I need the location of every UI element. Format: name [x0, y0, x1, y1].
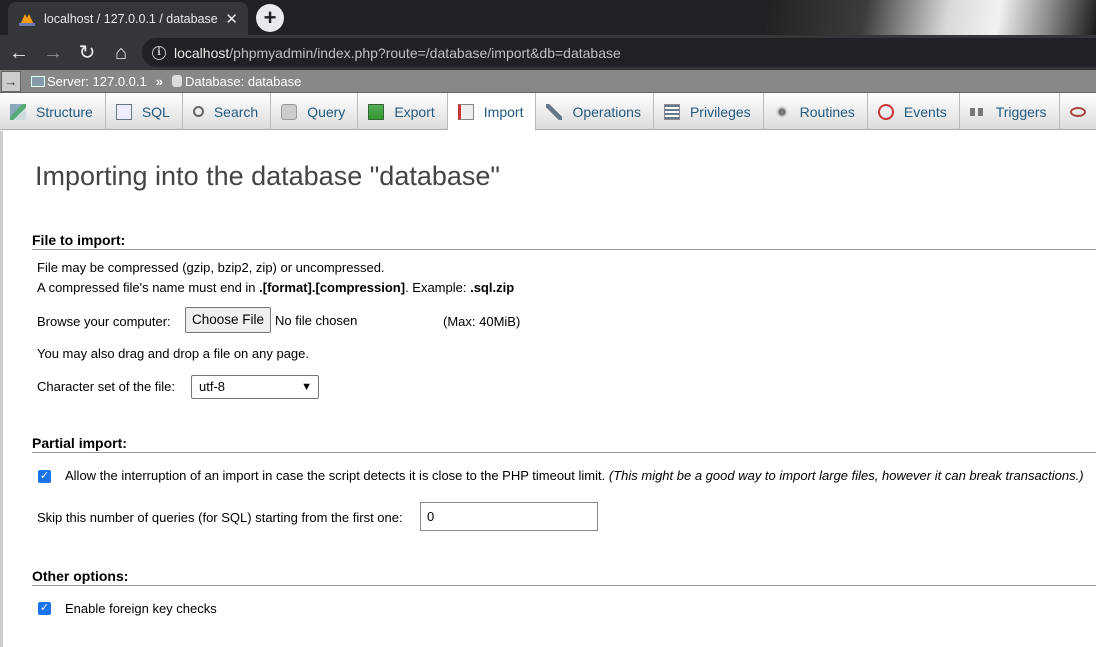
tab-import-label: Import [483, 103, 524, 120]
browser-toolbar: ← → ↻ ⌂ i localhost/phpmyadmin/index.php… [0, 35, 1096, 70]
filename-note-example: .sql.zip [470, 280, 515, 295]
allow-interrupt-note: (This might be a good way to import larg… [608, 468, 1084, 483]
routines-icon [773, 103, 790, 120]
skip-queries-label: Skip this number of queries (for SQL) st… [37, 510, 403, 525]
choose-file-button[interactable]: Choose File [185, 307, 271, 333]
clock-icon [877, 103, 894, 120]
tab-events[interactable]: Events [868, 93, 960, 130]
address-bar[interactable]: i localhost/phpmyadmin/index.php?route=/… [142, 38, 1096, 67]
query-icon [281, 103, 298, 120]
tab-query[interactable]: Query [271, 93, 359, 130]
breadcrumb-separator: » [155, 73, 163, 89]
home-icon[interactable]: ⌂ [106, 38, 136, 68]
tab-more[interactable] [1060, 93, 1096, 130]
chevron-down-icon: ▼ [301, 381, 312, 393]
tab-structure[interactable]: Structure [0, 93, 106, 130]
tab-export-label: Export [394, 103, 435, 120]
breadcrumb-server[interactable]: Server: 127.0.0.1 [31, 74, 147, 89]
browser-tabstrip: localhost / 127.0.0.1 / database | ✕ + [0, 0, 1096, 35]
browse-label: Browse your computer: [37, 314, 171, 329]
tab-search[interactable]: Search [183, 93, 272, 130]
other-options-heading: Other options: [32, 568, 1096, 586]
browser-tab[interactable]: localhost / 127.0.0.1 / database | ✕ [8, 2, 248, 35]
filename-note-format: .[format].[compression] [259, 280, 406, 295]
tab-privileges[interactable]: Privileges [654, 93, 764, 130]
breadcrumb: → Server: 127.0.0.1 » Database: database [0, 70, 1096, 93]
sql-icon [115, 103, 132, 120]
file-to-import-heading: File to import: [32, 232, 1096, 250]
server-icon [31, 75, 45, 87]
filename-note-pre: A compressed file's name must end in [37, 280, 260, 295]
reload-icon[interactable]: ↻ [72, 38, 102, 68]
triggers-icon [969, 107, 986, 116]
filename-note-mid: . Example: [405, 280, 471, 295]
drag-drop-note: You may also drag and drop a file on any… [37, 346, 309, 361]
partial-import-heading: Partial import: [32, 435, 1096, 453]
tab-export[interactable]: Export [358, 93, 448, 130]
toggle-navigation-arrow-icon[interactable]: → [1, 70, 21, 92]
allow-interrupt-label[interactable]: Allow the interruption of an import in c… [65, 468, 1084, 483]
database-tabs: Structure SQL Search Query Export Import… [0, 93, 1096, 131]
wrench-icon [546, 103, 563, 120]
tab-structure-label: Structure [36, 103, 93, 120]
import-icon [457, 103, 474, 120]
page-title: Importing into the database "database" [35, 161, 500, 191]
charset-select[interactable]: utf-8 ▼ [191, 375, 319, 399]
filename-note: A compressed file's name must end in .[f… [37, 280, 514, 295]
no-file-chosen-text: No file chosen [275, 313, 358, 328]
tab-routines-label: Routines [799, 103, 855, 120]
eye-icon [1069, 106, 1086, 117]
tab-query-label: Query [307, 103, 346, 120]
max-size-text: (Max: 40MiB) [443, 314, 521, 329]
foreign-key-checkbox[interactable]: ✓ [38, 602, 51, 615]
tab-sql[interactable]: SQL [106, 93, 183, 130]
tab-routines[interactable]: Routines [764, 93, 868, 130]
tab-privileges-label: Privileges [689, 103, 751, 120]
search-icon [192, 106, 204, 117]
tab-triggers-label: Triggers [995, 103, 1047, 120]
structure-icon [10, 103, 26, 120]
tab-triggers[interactable]: Triggers [960, 93, 1060, 130]
tab-operations[interactable]: Operations [536, 93, 654, 130]
tab-sql-label: SQL [141, 103, 170, 120]
tabstrip-background [766, 0, 1096, 35]
url-host: localhost [174, 44, 230, 61]
browser-tab-title: localhost / 127.0.0.1 / database | [44, 11, 220, 26]
allow-interrupt-text: Allow the interruption of an import in c… [65, 468, 606, 483]
breadcrumb-database[interactable]: Database: database [171, 73, 302, 89]
charset-label: Character set of the file: [37, 379, 176, 394]
phpmyadmin-favicon-icon [19, 13, 35, 26]
allow-interrupt-checkbox[interactable]: ✓ [38, 470, 51, 483]
export-icon [368, 103, 385, 120]
tab-search-label: Search [213, 103, 259, 120]
database-icon [171, 75, 182, 87]
navigation-panel-edge [0, 131, 3, 647]
breadcrumb-database-label: Database: database [184, 73, 302, 89]
tab-events-label: Events [903, 103, 947, 120]
foreign-key-label[interactable]: Enable foreign key checks [65, 601, 217, 616]
back-arrow-icon[interactable]: ← [4, 38, 34, 68]
forward-arrow-icon[interactable]: → [38, 38, 68, 68]
url-path: /phpmyadmin/index.php?route=/database/im… [229, 44, 621, 61]
charset-selected-value: utf-8 [199, 379, 226, 394]
site-info-icon[interactable]: i [152, 45, 166, 60]
breadcrumb-server-label: Server: 127.0.0.1 [47, 73, 147, 89]
close-tab-icon[interactable]: ✕ [225, 10, 238, 28]
tab-operations-label: Operations [572, 103, 641, 120]
skip-queries-input[interactable]: 0 [420, 502, 598, 531]
tab-import[interactable]: Import [447, 93, 537, 131]
new-tab-button[interactable]: + [256, 4, 284, 32]
privileges-icon [663, 103, 680, 120]
compression-note: File may be compressed (gzip, bzip2, zip… [37, 260, 385, 275]
